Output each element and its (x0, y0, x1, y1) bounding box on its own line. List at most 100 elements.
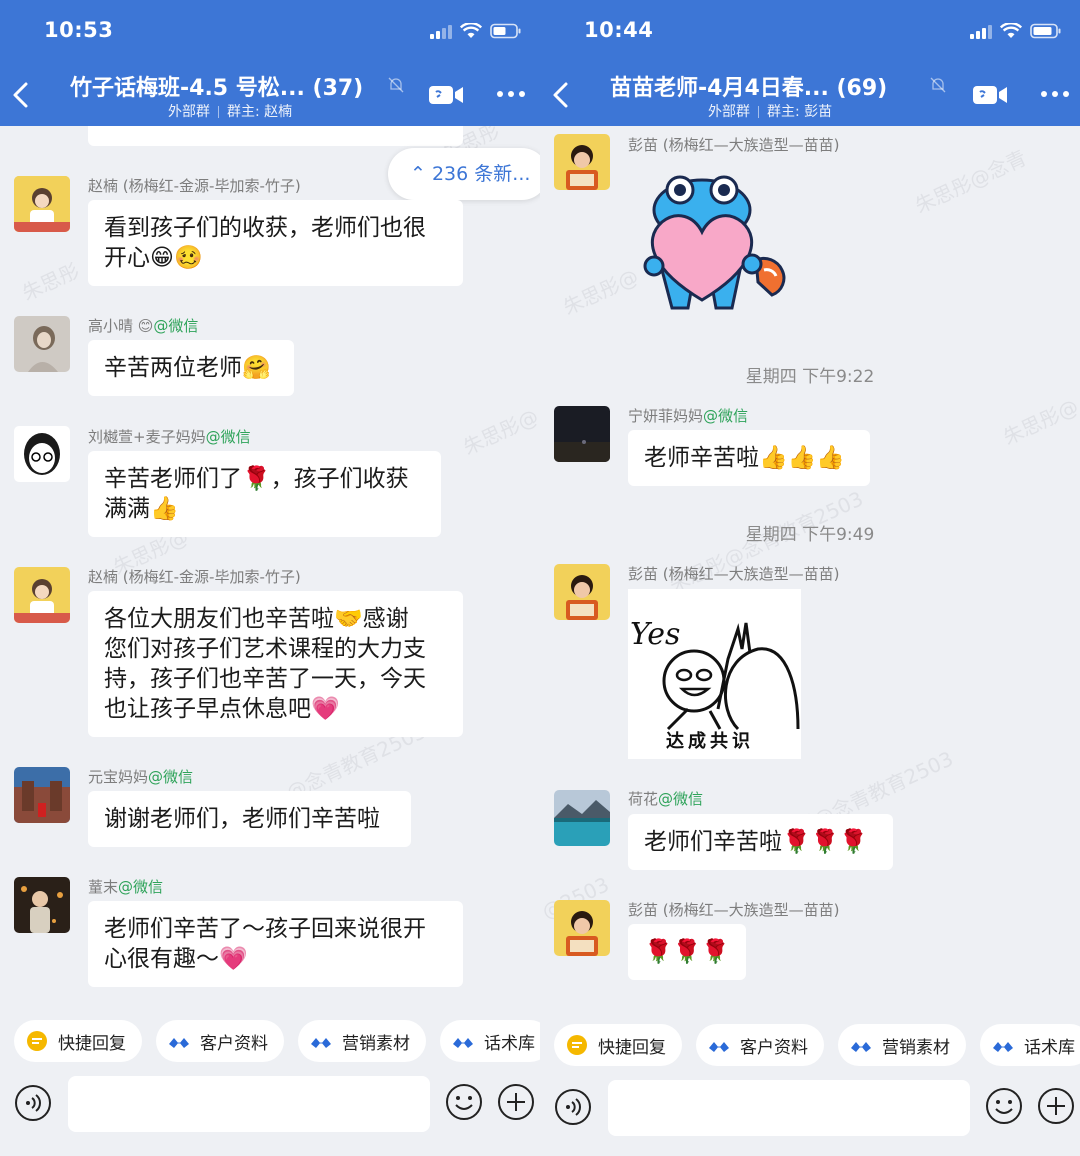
mute-icon (388, 76, 404, 94)
chat-title: 竹子话梅班-4.5 号松... (37) (70, 76, 364, 101)
sender-name: 彭苗 (杨梅红—大族造型—苗苗) (628, 136, 840, 154)
quick-reply-button[interactable]: 快捷回复 (554, 1024, 682, 1066)
script-library-button[interactable]: 话术库 (980, 1024, 1080, 1066)
message-bubble[interactable]: 谢谢老师们，老师们辛苦啦 (88, 791, 411, 847)
message-bubble[interactable]: 各位大朋友们也辛苦啦🤝感谢 您们对孩子们艺术课程的大力支 持，孩子们也辛苦了一天… (88, 591, 463, 737)
message-bubble-partial (88, 126, 463, 146)
voice-icon[interactable] (14, 1084, 52, 1122)
brand-icon (311, 1038, 331, 1048)
emoji-icon[interactable] (444, 1082, 484, 1122)
chevron-up-icon: ⌃ (410, 163, 426, 185)
message-bubble[interactable]: 老师们辛苦啦🌹🌹🌹 (628, 814, 893, 870)
avatar[interactable] (554, 790, 610, 846)
brand-icon (453, 1038, 473, 1048)
chat-header: 10:44 苗苗老师-4月4日春... (69) 外部群 群主: 彭苗 (540, 0, 1080, 126)
sticker-caption: Yes (630, 617, 681, 652)
video-call-icon[interactable] (428, 84, 464, 106)
quick-reply-button[interactable]: 快捷回复 (14, 1020, 142, 1062)
more-icon[interactable] (496, 84, 526, 104)
message-line: 谢谢老师们，老师们辛苦啦 (104, 806, 380, 832)
sender-name: 宁妍菲妈妈@微信 (628, 407, 749, 425)
message-bubble[interactable]: 老师们辛苦了～孩子回来说很开 心很有趣～💗 (88, 901, 463, 987)
back-icon[interactable] (548, 78, 576, 112)
brand-icon (851, 1042, 871, 1052)
message-line: 老师们辛苦啦🌹🌹🌹 (644, 829, 868, 855)
avatar[interactable] (14, 567, 70, 623)
avatar[interactable] (554, 406, 610, 462)
plus-icon[interactable] (496, 1082, 536, 1122)
marketing-material-button[interactable]: 营销素材 (298, 1020, 426, 1062)
sender-name: 荷花@微信 (628, 790, 704, 808)
sender-name: 刘樾萱+麦子妈妈@微信 (88, 428, 251, 446)
quick-toolbar: 快捷回复 客户资料 营销素材 话术库 (540, 1010, 1080, 1076)
avatar[interactable] (14, 877, 70, 933)
avatar[interactable] (554, 900, 610, 956)
sender-name: 彭苗 (杨梅红—大族造型—苗苗) (628, 901, 840, 919)
timestamp: 星期四 下午9:22 (745, 367, 875, 387)
sender-name: 赵楠 (杨梅红-金源-毕加索-竹子) (88, 568, 301, 586)
quick-reply-icon (27, 1031, 47, 1051)
new-messages-button[interactable]: ⌃ 236 条新... (388, 148, 540, 200)
message-input[interactable] (68, 1076, 430, 1132)
quick-toolbar: 快捷回复 客户资料 营销素材 话术库 (0, 1006, 540, 1072)
heart-sticker[interactable] (632, 160, 812, 330)
message-list[interactable]: 朱思彤@念青 朱思彤@ 朱思彤@ 朱思彤@念青教育2503 朱思彤@念青教育25… (540, 126, 1080, 1006)
signal-icon (970, 23, 992, 39)
message-bubble[interactable]: 看到孩子们的收获，老师们也很 开心😁🥴 (88, 200, 463, 286)
status-time: 10:44 (584, 18, 654, 42)
message-list[interactable]: 朱思彤 朱思彤 朱思彤@ 朱思彤@ @念青教育2503 朱思彤 ⌃ 236 条新… (0, 126, 540, 1006)
sender-name: 彭苗 (杨梅红—大族造型—苗苗) (628, 565, 840, 583)
message-line: 也让孩子早点休息吧💗 (104, 696, 340, 722)
quick-reply-icon (567, 1035, 587, 1055)
customer-info-button[interactable]: 客户资料 (156, 1020, 284, 1062)
avatar[interactable] (14, 316, 70, 372)
message-bubble[interactable]: 老师辛苦啦👍👍👍 (628, 430, 870, 486)
message-input[interactable] (608, 1080, 970, 1136)
marketing-material-button[interactable]: 营销素材 (838, 1024, 966, 1066)
message-line: 老师辛苦啦👍👍👍 (644, 445, 845, 471)
message-line: 辛苦两位老师🤗 (104, 355, 271, 381)
message-line: 辛苦老师们了🌹，孩子们收获 (104, 466, 409, 492)
message-bubble[interactable]: 辛苦老师们了🌹，孩子们收获 满满👍 (88, 451, 441, 537)
agreement-sticker[interactable]: Yes 达成共识 (628, 589, 801, 759)
timestamp: 星期四 下午9:49 (745, 525, 875, 545)
sender-name: 赵楠 (杨梅红-金源-毕加索-竹子) (88, 177, 301, 195)
battery-icon (1030, 23, 1062, 39)
message-line: 持，孩子们也辛苦了一天，今天 (104, 666, 426, 692)
status-icons (970, 20, 1062, 42)
right-chat-screen: 10:44 苗苗老师-4月4日春... (69) 外部群 群主: 彭苗 朱思彤@念… (540, 0, 1080, 1156)
voice-icon[interactable] (554, 1088, 592, 1126)
brand-icon (709, 1042, 729, 1052)
message-bubble[interactable]: 🌹🌹🌹 (628, 924, 746, 980)
chat-subtitle: 外部群 群主: 彭苗 (708, 104, 833, 120)
sticker-caption: 达成共识 (666, 731, 754, 752)
emoji-icon[interactable] (984, 1086, 1024, 1126)
input-bar (540, 1076, 1080, 1156)
message-line: 满满👍 (104, 496, 179, 522)
avatar[interactable] (14, 426, 70, 482)
avatar[interactable] (14, 176, 70, 232)
more-icon[interactable] (1040, 84, 1070, 104)
customer-info-button[interactable]: 客户资料 (696, 1024, 824, 1066)
left-chat-screen: 10:53 竹子话梅班-4.5 号松... (37) 外部群 群主: 赵楠 朱思彤… (0, 0, 540, 1156)
mute-icon (930, 76, 946, 94)
chat-subtitle: 外部群 群主: 赵楠 (168, 104, 293, 120)
avatar[interactable] (554, 564, 610, 620)
message-line: 老师们辛苦了～孩子回来说很开 (104, 916, 426, 942)
status-time: 10:53 (44, 18, 114, 42)
video-call-icon[interactable] (972, 84, 1008, 106)
message-line: 看到孩子们的收获，老师们也很 (104, 215, 426, 241)
avatar[interactable] (554, 134, 610, 190)
brand-icon (993, 1042, 1013, 1052)
script-library-button[interactable]: 话术库 (440, 1020, 540, 1062)
chat-title: 苗苗老师-4月4日春... (69) (610, 76, 888, 101)
chat-header: 10:53 竹子话梅班-4.5 号松... (37) 外部群 群主: 赵楠 (0, 0, 540, 126)
avatar[interactable] (14, 767, 70, 823)
message-bubble[interactable]: 辛苦两位老师🤗 (88, 340, 294, 396)
sender-name: 高小晴 😊@微信 (88, 317, 199, 335)
message-line: 开心😁🥴 (104, 245, 203, 271)
plus-icon[interactable] (1036, 1086, 1076, 1126)
message-line: 各位大朋友们也辛苦啦🤝感谢 (104, 606, 409, 632)
battery-icon (490, 23, 522, 39)
back-icon[interactable] (8, 78, 36, 112)
